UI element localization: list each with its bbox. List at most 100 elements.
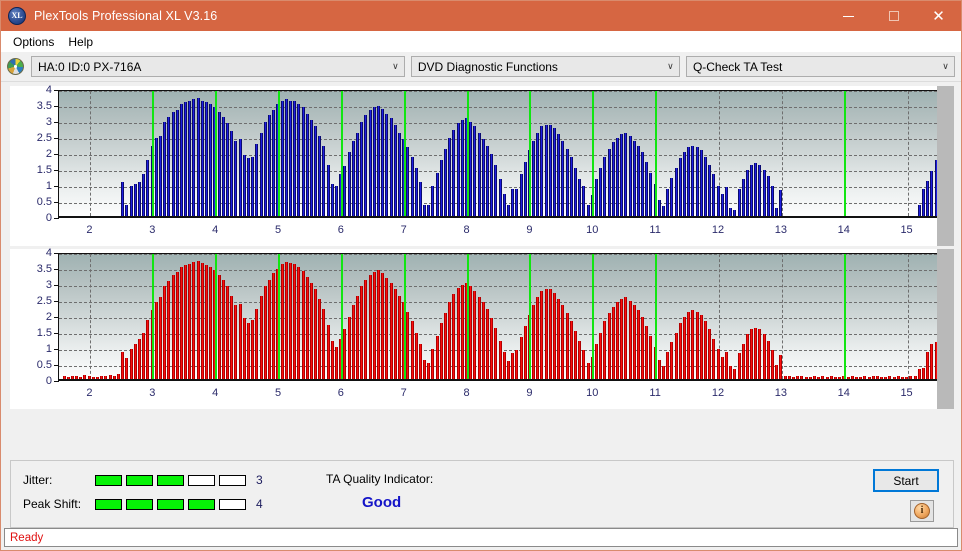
chart-bar <box>594 343 598 379</box>
chart-bar <box>242 155 246 216</box>
peak-marker-line <box>340 91 343 216</box>
chart-bar <box>779 190 783 216</box>
x-axis-tick-label: 10 <box>586 387 599 399</box>
chart-bar <box>846 377 850 379</box>
peak-marker-line <box>466 254 469 379</box>
chart-bar <box>66 377 70 379</box>
x-axis-tick-label: 7 <box>400 387 407 399</box>
peak-marker-line <box>592 254 595 379</box>
menu-item-options[interactable]: Options <box>7 33 62 51</box>
chart-bar <box>557 299 561 379</box>
chart-bar <box>368 275 372 379</box>
chart-bar <box>389 283 393 379</box>
chart-bar <box>121 182 125 216</box>
chart-bar <box>70 375 74 379</box>
peak-marker-line <box>843 254 846 379</box>
chart-bar <box>272 110 276 216</box>
chart-bar <box>351 305 355 379</box>
peak-marker-line <box>843 91 846 216</box>
chart-bar <box>565 313 569 379</box>
close-button[interactable]: ✕ <box>916 1 961 31</box>
chart-bar <box>309 283 313 379</box>
chart-bar <box>657 200 661 216</box>
chart-bar <box>787 376 791 379</box>
chart-bar <box>544 289 548 379</box>
chart-bar <box>318 299 322 379</box>
chart-bar <box>641 152 645 216</box>
start-button[interactable]: Start <box>873 469 939 492</box>
window-title: PlexTools Professional XL V3.16 <box>34 9 218 23</box>
plot-area <box>58 90 938 218</box>
chart-bar <box>506 204 510 216</box>
chart-bar <box>351 140 355 216</box>
chart-bar <box>607 313 611 379</box>
chart-bar <box>515 188 519 216</box>
chart-bar <box>75 376 79 379</box>
peak-marker-line <box>529 254 532 379</box>
chart-bar <box>297 104 301 216</box>
chart-bar <box>880 377 884 379</box>
x-axis-tick-label: 9 <box>526 224 533 236</box>
chart-bar <box>783 375 787 379</box>
maximize-button[interactable] <box>871 1 916 31</box>
meter-segment <box>188 474 215 486</box>
x-axis-tick-label: 15 <box>900 387 913 399</box>
chart-bar <box>209 104 213 216</box>
chart-bar <box>481 139 485 216</box>
function-select[interactable]: DVD Diagnostic Functions ∨ <box>410 56 680 77</box>
chart-bar <box>540 291 544 379</box>
chart-bar <box>267 115 271 216</box>
chart-bar <box>502 351 506 379</box>
chart-bar <box>620 299 624 379</box>
chart-bar <box>565 148 569 216</box>
chart-bar <box>255 144 259 216</box>
chart-bar <box>376 270 380 379</box>
chart-bar <box>360 121 364 216</box>
chart-bar <box>238 139 242 216</box>
chart-bar <box>586 363 590 379</box>
chart-bar <box>406 147 410 216</box>
chart-bar <box>716 348 720 379</box>
chart-bar <box>620 134 624 216</box>
chart-bar <box>473 291 477 379</box>
chart-bar <box>519 174 523 216</box>
chart-bar <box>469 286 473 379</box>
menu-item-help[interactable]: Help <box>62 33 101 51</box>
chart-bar <box>922 188 925 216</box>
chart-bar <box>456 123 460 216</box>
y-axis-tick-label: 1.5 <box>36 164 52 176</box>
minimize-button[interactable] <box>826 1 871 31</box>
test-select[interactable]: Q-Check TA Test ∨ <box>685 56 955 77</box>
chart-bar <box>167 116 171 216</box>
chart-bar <box>381 108 385 216</box>
chart-bar <box>741 179 745 216</box>
chart-bar <box>708 164 712 216</box>
chart-bar <box>305 276 309 379</box>
chart-bar <box>364 279 368 379</box>
chart-bar <box>485 308 489 379</box>
chart-bar <box>205 102 209 216</box>
info-button[interactable]: i <box>910 500 934 522</box>
chart-bar <box>91 377 95 379</box>
chart-bar <box>536 132 540 216</box>
charts-container: 0 0.5 1 1.5 2 2.5 3 3.5 4 2 3 4 5 6 7 8 9 10 11 12 13 14 15 00… <box>1 82 961 409</box>
chart-bar <box>62 376 66 379</box>
chart-bar <box>838 377 842 379</box>
x-axis-tick-label: 7 <box>400 224 407 236</box>
drive-select[interactable]: HA:0 ID:0 PX-716A ∨ <box>31 56 405 77</box>
chart-bar <box>360 286 364 379</box>
chart-bar <box>603 156 607 216</box>
y-axis-tick-label: 2 <box>45 148 52 160</box>
jitter-row: Jitter: 3 <box>23 473 263 487</box>
chart-bar <box>322 308 326 379</box>
chevron-down-icon: ∨ <box>942 61 949 72</box>
chart-bar <box>662 206 666 216</box>
chart-bar <box>477 132 481 216</box>
peak-marker-line <box>466 91 469 216</box>
chart-bar <box>175 271 179 379</box>
chart-bar <box>481 302 485 379</box>
chart-bar <box>615 137 619 216</box>
x-axis-tick-label: 14 <box>837 224 850 236</box>
chart-bar <box>167 281 171 379</box>
chart-bar <box>112 375 116 379</box>
